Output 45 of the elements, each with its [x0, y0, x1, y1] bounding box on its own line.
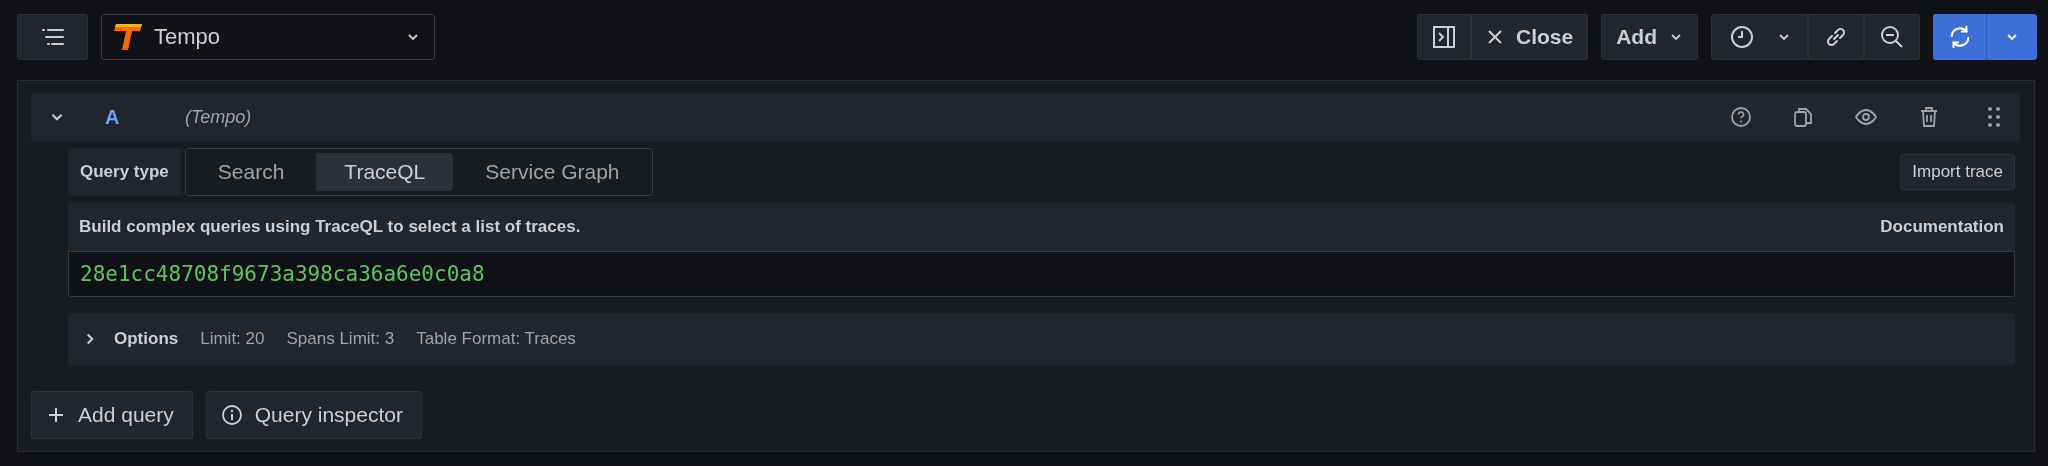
- add-query-button[interactable]: Add query: [31, 391, 193, 439]
- datasource-select[interactable]: Tempo: [101, 14, 435, 60]
- option-summary: Limit: 20: [200, 329, 265, 349]
- chevron-down-icon: [1669, 32, 1683, 42]
- info-icon: [220, 404, 243, 426]
- query-input[interactable]: 28e1cc48708f9673a398ca36a6e0c0a8: [68, 251, 2015, 297]
- option-summary: Spans Limit: 3: [286, 329, 395, 349]
- refresh-button[interactable]: [1933, 14, 1987, 60]
- menu-icon: [40, 28, 65, 46]
- description-text: Build complex queries using TraceQL to select a list of traces.: [79, 217, 581, 237]
- plus-icon: [46, 405, 66, 425]
- eye-icon[interactable]: [1854, 106, 1878, 128]
- zoom-out-button[interactable]: [1864, 14, 1920, 60]
- close-button[interactable]: Close: [1471, 14, 1589, 60]
- help-icon[interactable]: [1730, 106, 1752, 128]
- query-type-option[interactable]: Search: [189, 153, 313, 191]
- drag-handle-icon[interactable]: [1986, 106, 2002, 128]
- close-icon: [1486, 28, 1504, 46]
- clock-icon: [1728, 24, 1755, 50]
- query-type-label: Query type: [68, 148, 181, 196]
- zoom-out-icon: [1879, 24, 1905, 50]
- query-inspector-button[interactable]: Query inspector: [205, 391, 422, 439]
- add-button[interactable]: Add: [1601, 14, 1698, 60]
- trash-icon[interactable]: [1918, 106, 1940, 128]
- query-datasource-label: (Tempo): [185, 106, 252, 128]
- chevron-down-icon: [1776, 32, 1791, 42]
- query-ref-label[interactable]: A: [105, 105, 165, 129]
- options-label[interactable]: Options: [114, 329, 179, 349]
- refresh-icon: [1948, 24, 1972, 50]
- menu-button[interactable]: [17, 14, 88, 60]
- query-type-option[interactable]: TraceQL: [316, 153, 454, 191]
- option-summary: Table Format: Traces: [416, 329, 576, 349]
- query-type-option[interactable]: Service Graph: [457, 153, 648, 191]
- copy-icon[interactable]: [1792, 106, 1814, 128]
- chevron-down-icon: [2005, 32, 2019, 42]
- import-trace-button[interactable]: Import trace: [1900, 154, 2015, 190]
- chevron-right-icon[interactable]: [84, 331, 96, 347]
- time-picker-button[interactable]: [1711, 14, 1808, 60]
- chevron-down-icon: [406, 32, 420, 42]
- documentation-link[interactable]: Documentation: [1880, 217, 2004, 237]
- chevron-down-icon[interactable]: [49, 111, 65, 123]
- split-pane-icon: [1432, 25, 1456, 49]
- tempo-logo-icon: [112, 22, 144, 52]
- share-link-button[interactable]: [1808, 14, 1864, 60]
- split-pane-button[interactable]: [1417, 14, 1471, 60]
